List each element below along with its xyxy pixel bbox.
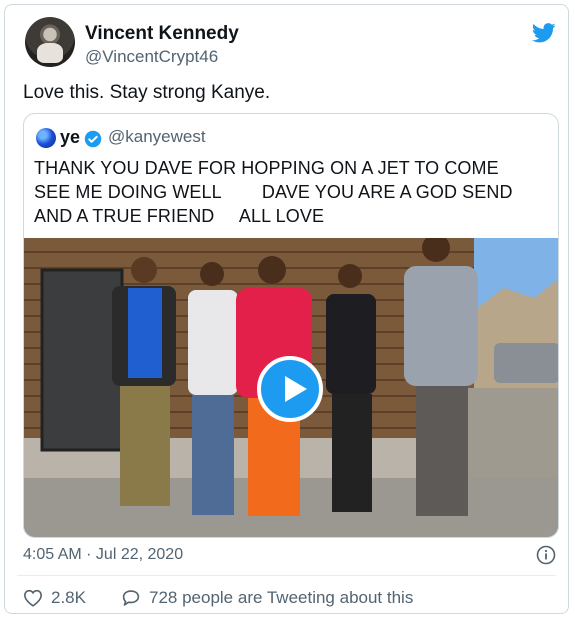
quoted-name[interactable]: ye: [60, 127, 80, 148]
author-handle[interactable]: @VincentCrypt46: [85, 47, 218, 67]
tweet-text: Love this. Stay strong Kanye.: [23, 82, 271, 103]
quoted-avatar[interactable]: [36, 128, 56, 148]
quoted-text: THANK YOU DAVE FOR HOPPING ON A JET TO C…: [34, 158, 513, 226]
tweet-card[interactable]: Vincent Kennedy @VincentCrypt46 Love thi…: [4, 4, 569, 614]
quoted-tweet[interactable]: ye @kanyewest THANK YOU DAVE FOR HOPPING…: [23, 113, 559, 538]
heart-icon: [23, 589, 43, 607]
video-thumbnail[interactable]: [24, 238, 558, 537]
author-avatar[interactable]: [25, 17, 75, 67]
author-name[interactable]: Vincent Kennedy: [85, 23, 239, 45]
conversation-text: 728 people are Tweeting about this: [149, 588, 414, 607]
twitter-bird-icon[interactable]: [532, 23, 556, 43]
verified-badge-icon: [84, 130, 102, 148]
conversation-link[interactable]: 728 people are Tweeting about this: [121, 588, 413, 608]
divider: [17, 575, 556, 576]
info-icon[interactable]: [536, 545, 556, 565]
tweet-timestamp[interactable]: 4:05 AM · Jul 22, 2020: [23, 546, 183, 564]
like-count: 2.8K: [51, 588, 86, 607]
play-icon[interactable]: [257, 356, 323, 422]
comment-bubble-icon: [122, 590, 140, 606]
like-button[interactable]: 2.8K: [23, 588, 86, 608]
quoted-handle[interactable]: @kanyewest: [108, 127, 206, 147]
